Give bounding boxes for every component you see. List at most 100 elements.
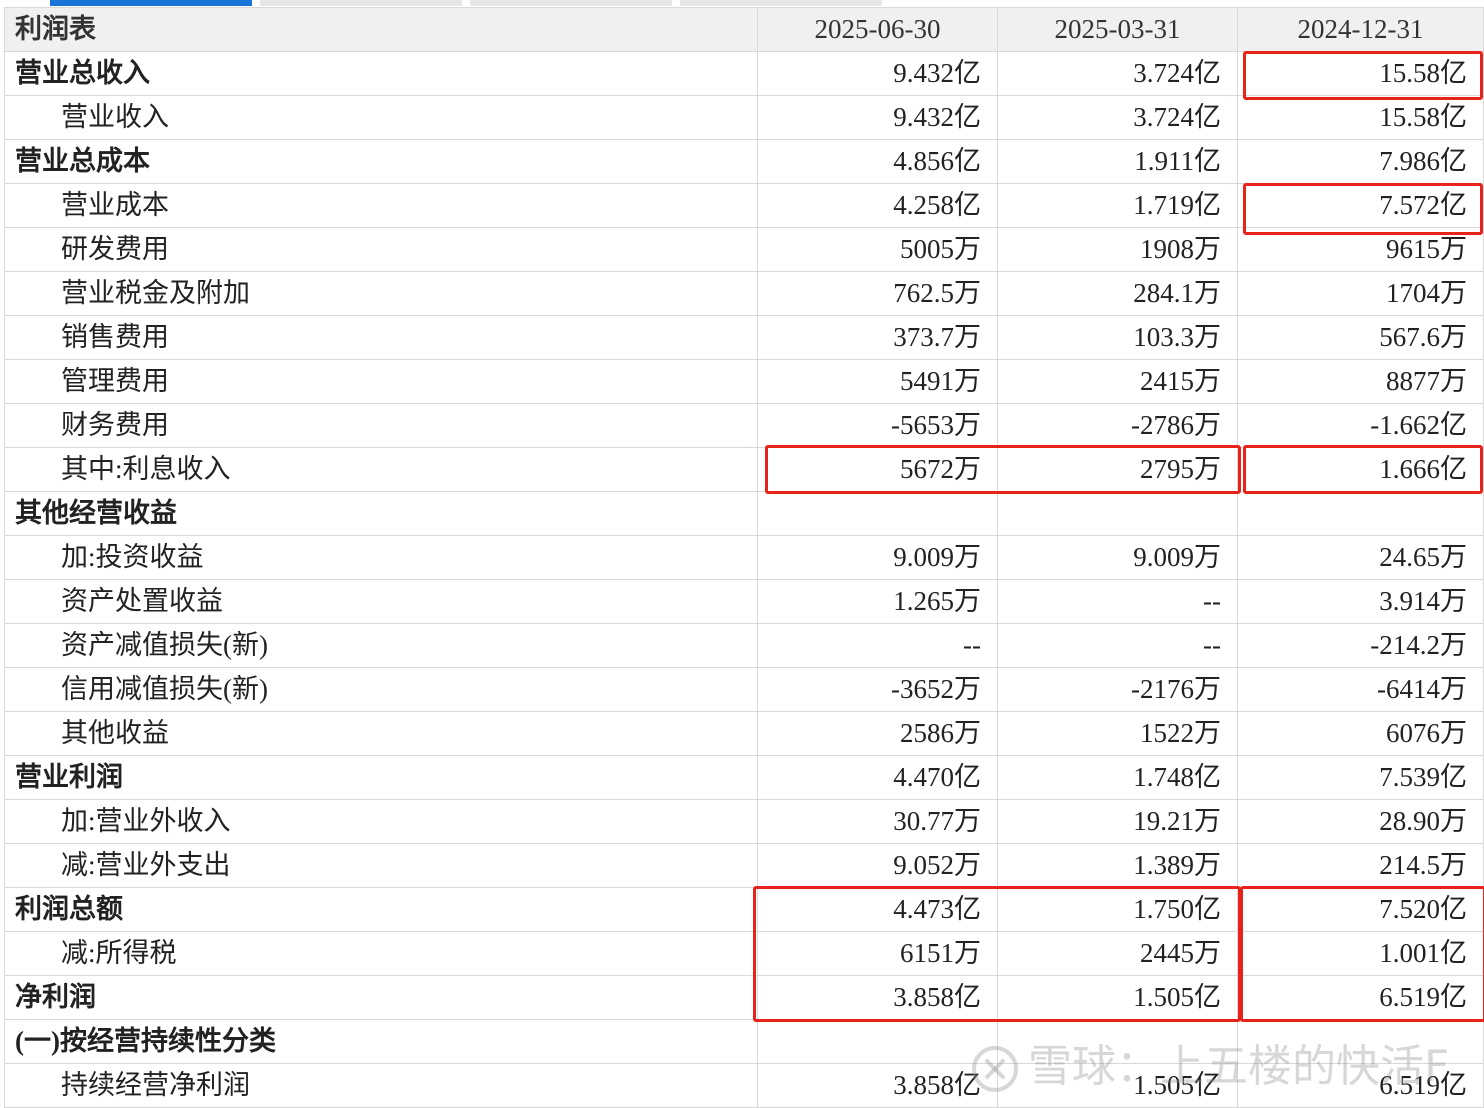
cell-value: 5005万 [757,227,998,272]
cell-value: -- [997,623,1238,668]
cell-value: -214.2万 [1237,623,1484,668]
cell-value: 1.719亿 [997,183,1238,228]
cell-value: 9.009万 [997,535,1238,580]
cell-value: 1.750亿 [997,887,1238,932]
period-header[interactable]: 2025-03-31 [997,7,1238,52]
cell-value: 8877万 [1237,359,1484,404]
cell-value: 7.572亿 [1237,183,1484,228]
tab[interactable] [260,0,462,6]
row-label: 营业总收入 [4,51,758,96]
cell-value: 1.505亿 [997,975,1238,1020]
table-row: 减:所得税 6151万 2445万 1.001亿 [4,931,1484,976]
table-row: 其中:利息收入 5672万 2795万 1.666亿 [4,447,1484,492]
cell-value [1237,1019,1484,1064]
cell-value: 6151万 [757,931,998,976]
table-row: 加:投资收益 9.009万 9.009万 24.65万 [4,535,1484,580]
period-header[interactable]: 2025-06-30 [757,7,998,52]
cell-value: 15.58亿 [1237,51,1484,96]
table-row: 利润总额 4.473亿 1.750亿 7.520亿 [4,887,1484,932]
cell-value: -6414万 [1237,667,1484,712]
cell-value: -3652万 [757,667,998,712]
cell-value: 373.7万 [757,315,998,360]
cell-value: 3.914万 [1237,579,1484,624]
cell-value: 5491万 [757,359,998,404]
cell-value: 9.432亿 [757,95,998,140]
cell-value: 762.5万 [757,271,998,316]
row-label: 其他经营收益 [4,491,758,536]
row-label: 净利润 [4,975,758,1020]
row-label: 其他收益 [4,711,758,756]
tab[interactable] [680,0,882,6]
table-title: 利润表 [4,7,758,52]
cell-value: 1908万 [997,227,1238,272]
cell-value: 1.748亿 [997,755,1238,800]
cell-value: 3.724亿 [997,95,1238,140]
row-label: 减:所得税 [4,931,758,976]
cell-value: -- [757,623,998,668]
cell-value: 15.58亿 [1237,95,1484,140]
table-row: 持续经营净利润 3.858亿 1.505亿 6.519亿 [4,1063,1484,1108]
row-label: 研发费用 [4,227,758,272]
tab[interactable] [470,0,672,6]
table-row: 营业收入 9.432亿 3.724亿 15.58亿 [4,95,1484,140]
table-row: 营业总收入 9.432亿 3.724亿 15.58亿 [4,51,1484,96]
table-header-row: 利润表 2025-06-30 2025-03-31 2024-12-31 [4,7,1484,52]
cell-value: 6076万 [1237,711,1484,756]
row-label: 销售费用 [4,315,758,360]
row-label: 其中:利息收入 [4,447,758,492]
row-label: 减:营业外支出 [4,843,758,888]
table-row: 营业成本 4.258亿 1.719亿 7.572亿 [4,183,1484,228]
cell-value: 9.052万 [757,843,998,888]
row-label: (一)按经营持续性分类 [4,1019,758,1064]
cell-value: -1.662亿 [1237,403,1484,448]
cell-value: 24.65万 [1237,535,1484,580]
tab-active[interactable] [50,0,252,6]
cell-value [997,491,1238,536]
cell-value: 1522万 [997,711,1238,756]
row-label: 营业成本 [4,183,758,228]
row-label: 持续经营净利润 [4,1063,758,1108]
period-header[interactable]: 2024-12-31 [1237,7,1484,52]
cell-value: 1.505亿 [997,1063,1238,1108]
cell-value: 9615万 [1237,227,1484,272]
table-row: 其他经营收益 [4,491,1484,536]
cell-value: 4.856亿 [757,139,998,184]
table-row: 信用减值损失(新) -3652万 -2176万 -6414万 [4,667,1484,712]
cell-value: 6.519亿 [1237,1063,1484,1108]
row-label: 营业总成本 [4,139,758,184]
cell-value: 9.432亿 [757,51,998,96]
cell-value: 19.21万 [997,799,1238,844]
cell-value: 103.3万 [997,315,1238,360]
cell-value: 214.5万 [1237,843,1484,888]
table-row: 资产减值损失(新) -- -- -214.2万 [4,623,1484,668]
row-label: 加:营业外收入 [4,799,758,844]
cell-value: 7.520亿 [1237,887,1484,932]
table-row: 管理费用 5491万 2415万 8877万 [4,359,1484,404]
cell-value: 2586万 [757,711,998,756]
cell-value: 567.6万 [1237,315,1484,360]
cell-value: 284.1万 [997,271,1238,316]
cell-value: 4.258亿 [757,183,998,228]
row-label: 财务费用 [4,403,758,448]
cell-value: 30.77万 [757,799,998,844]
row-label: 管理费用 [4,359,758,404]
cell-value: 1704万 [1237,271,1484,316]
cell-value: 3.858亿 [757,975,998,1020]
cell-value: 7.986亿 [1237,139,1484,184]
row-label: 资产处置收益 [4,579,758,624]
row-label: 加:投资收益 [4,535,758,580]
cell-value: 1.911亿 [997,139,1238,184]
cell-value: 3.724亿 [997,51,1238,96]
row-label: 利润总额 [4,887,758,932]
cell-value [757,1019,998,1064]
cell-value: -2176万 [997,667,1238,712]
table-row: 营业总成本 4.856亿 1.911亿 7.986亿 [4,139,1484,184]
cell-value: -- [997,579,1238,624]
cell-value: 5672万 [757,447,998,492]
cell-value: 2415万 [997,359,1238,404]
table-row: 研发费用 5005万 1908万 9615万 [4,227,1484,272]
cell-value: 28.90万 [1237,799,1484,844]
cell-value: 1.666亿 [1237,447,1484,492]
cell-value: -5653万 [757,403,998,448]
cell-value: 1.265万 [757,579,998,624]
